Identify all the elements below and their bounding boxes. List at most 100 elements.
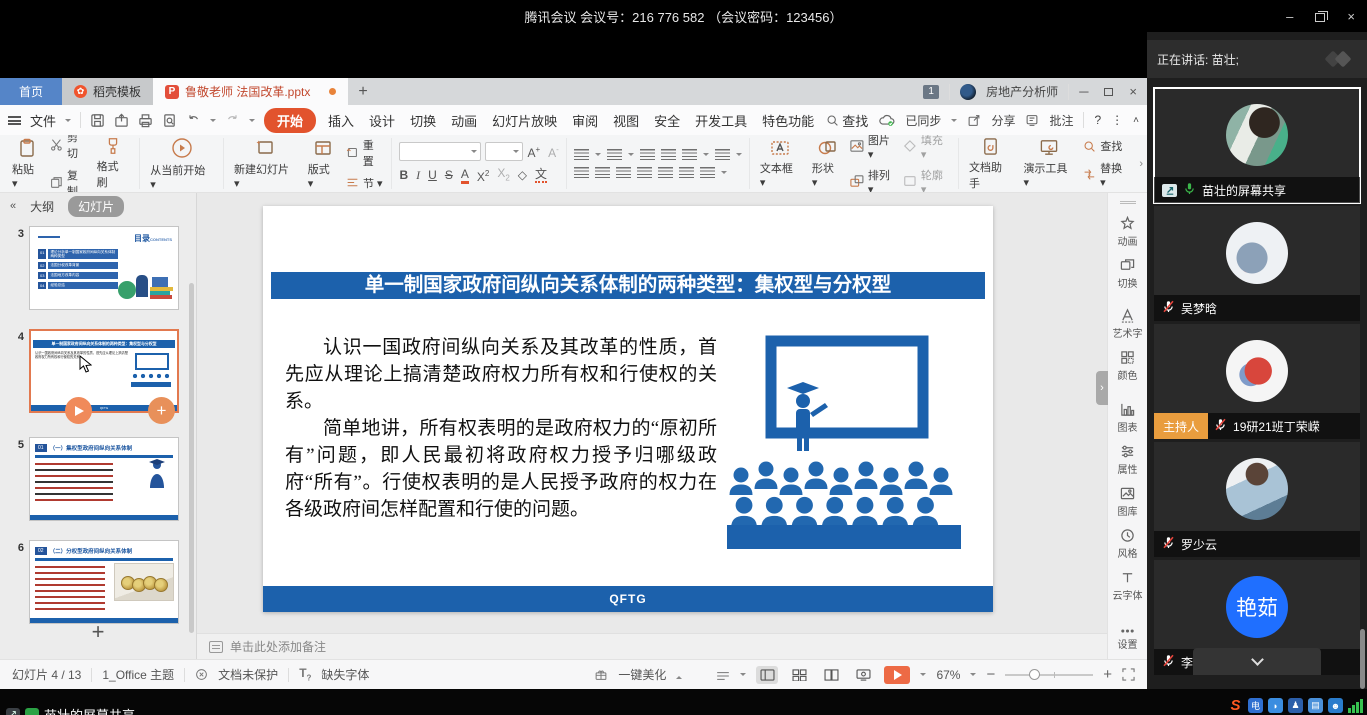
strikethrough-button[interactable]: S (445, 168, 453, 182)
search-icon[interactable] (826, 114, 839, 127)
tool-cloud-fonts[interactable]: 云字体 (1113, 566, 1143, 606)
slide-thumbnail-4-selected[interactable]: 单一制国家政府间纵向关系体制的两种类型：集权型与分权型 认识一国政府间纵向关系及… (29, 329, 179, 413)
participant-tile[interactable]: 罗少云 (1154, 442, 1360, 557)
zoom-out-button[interactable]: − (986, 666, 995, 683)
play-from-current-button[interactable]: 从当前开始 ▾ (147, 137, 216, 191)
paragraph-settings-icon[interactable] (715, 149, 730, 160)
font-size-select[interactable] (485, 142, 523, 161)
notes-bar[interactable]: 单击此处添加备注 (197, 633, 1107, 659)
subscript-button[interactable]: X2 (497, 166, 509, 185)
cut-button[interactable]: 剪切 (50, 135, 88, 161)
reading-view-button[interactable] (820, 666, 842, 684)
arrange-button[interactable]: 排列 ▾ (850, 167, 898, 194)
tool-gallery[interactable]: 图库 (1118, 482, 1138, 522)
collapse-panel-icon[interactable]: « (10, 200, 16, 212)
sync-status[interactable]: 已同步 (905, 112, 941, 129)
more-icon[interactable]: ⋮ (1111, 113, 1123, 127)
normal-view-button[interactable] (756, 666, 778, 684)
menu-devtools[interactable]: 开发工具 (692, 109, 750, 132)
comment-icon[interactable] (1025, 114, 1039, 127)
menu-home[interactable]: 开始 (264, 108, 316, 133)
quickbar-customize-icon[interactable] (249, 119, 255, 125)
play-options-caret[interactable] (920, 673, 926, 679)
comment-button[interactable]: 批注 (1049, 112, 1073, 129)
new-tab-button[interactable]: + (348, 78, 378, 105)
account-avatar[interactable] (960, 84, 976, 100)
superscript-button[interactable]: X2 (477, 167, 489, 184)
taskbar-icon[interactable]: ♟ (1288, 698, 1303, 713)
wps-close-button[interactable]: × (1129, 84, 1137, 99)
align-right-icon[interactable] (616, 167, 631, 178)
zoom-slider[interactable] (1005, 674, 1093, 676)
find-button[interactable]: 查找 (1083, 138, 1130, 154)
menu-find[interactable]: 查找 (842, 111, 868, 130)
taskbar-icon[interactable]: 电 (1248, 698, 1263, 713)
textbox-button[interactable]: 文本框 ▾ (757, 139, 804, 189)
clear-format-button[interactable]: ◇ (518, 168, 527, 182)
notes-toggle-icon[interactable] (716, 668, 730, 682)
zoom-in-button[interactable]: + (1103, 666, 1112, 683)
hamburger-icon[interactable] (8, 116, 21, 125)
columns-icon[interactable] (700, 167, 715, 178)
sorter-view-button[interactable] (788, 666, 810, 684)
reset-button[interactable]: 重置 (346, 137, 385, 169)
align-left-icon[interactable] (574, 167, 589, 178)
tool-transition[interactable]: 切换 (1118, 254, 1138, 294)
shrink-font-button[interactable]: A- (548, 143, 559, 160)
font-family-select[interactable] (399, 142, 481, 161)
print-preview-icon[interactable] (162, 113, 177, 128)
print-icon[interactable] (138, 113, 153, 128)
text-tools-button[interactable]: 文 (535, 167, 547, 183)
file-menu[interactable]: 文件 (30, 111, 56, 130)
save-icon[interactable] (90, 113, 105, 128)
menu-transition[interactable]: 切换 (407, 109, 439, 132)
participant-tile[interactable]: 吴梦晗 (1154, 206, 1360, 321)
fill-button[interactable]: 填充 ▾ (903, 135, 951, 161)
undo-dropdown-icon[interactable] (210, 119, 216, 125)
menu-slideshow[interactable]: 幻灯片放映 (489, 109, 560, 132)
wps-restore-button[interactable] (1104, 88, 1113, 96)
tool-color[interactable]: 颜色 (1118, 346, 1138, 386)
redo-icon[interactable] (225, 113, 240, 127)
menu-review[interactable]: 审阅 (569, 109, 601, 132)
maximize-button[interactable] (1315, 13, 1325, 22)
tab-document[interactable]: P 鲁敬老师 法国改革.pptx (153, 78, 348, 105)
menu-design[interactable]: 设计 (366, 109, 398, 132)
share-icon[interactable] (967, 114, 981, 127)
slideshow-play-button[interactable] (884, 666, 910, 684)
menu-features[interactable]: 特色功能 (759, 109, 817, 132)
distribute-icon[interactable] (658, 167, 673, 178)
indent-icon[interactable] (661, 149, 676, 160)
bullets-icon[interactable] (574, 149, 589, 160)
section-button[interactable]: 节 ▾ (346, 175, 385, 191)
minimize-button[interactable]: – (1286, 9, 1293, 24)
play-slide-button[interactable] (65, 397, 92, 424)
beautify-button[interactable]: 一键美化 (618, 666, 666, 683)
shapes-button[interactable]: 形状 ▾ (809, 139, 845, 189)
menu-insert[interactable]: 插入 (325, 109, 357, 132)
collapse-participants-button[interactable] (1193, 648, 1321, 675)
sync-dropdown-icon[interactable] (951, 119, 957, 125)
tool-properties[interactable]: 属性 (1118, 440, 1138, 480)
grow-font-button[interactable]: A+ (527, 143, 540, 160)
paste-button[interactable]: 粘贴 ▾ (9, 138, 45, 190)
taskbar-icon[interactable]: ◗ (1268, 698, 1283, 713)
doc-protect-status[interactable]: 文档未保护 (218, 666, 278, 683)
fit-screen-icon[interactable] (1122, 668, 1135, 682)
account-name[interactable]: 房地产分析师 (986, 83, 1058, 100)
theme-name[interactable]: 1_Office 主题 (102, 666, 174, 683)
tab-slides[interactable]: 幻灯片 (68, 196, 124, 217)
current-slide[interactable]: 单一制国家政府间纵向关系体制的两种类型：集权型与分权型 认识一国政府间纵向关系及… (263, 206, 993, 612)
line-spacing-icon[interactable] (679, 167, 694, 178)
add-slide-overlay-button[interactable]: + (148, 397, 175, 424)
tab-outline[interactable]: 大纲 (30, 198, 54, 215)
numbering-icon[interactable] (607, 149, 622, 160)
tool-style[interactable]: 风格 (1118, 524, 1138, 564)
share-button[interactable]: 分享 (991, 112, 1015, 129)
slide-thumbnail-3[interactable]: 目录CONTENTS 01理论分析单一制国家政府间纵向关系体制两种类型 02法国… (29, 226, 179, 310)
slide-thumbnail-6[interactable]: 02（二）分权型政府间纵向关系体制 (29, 540, 179, 624)
missing-font-status[interactable]: 缺失字体 (321, 666, 369, 683)
expand-rail-icon[interactable]: › (1096, 371, 1108, 405)
wps-minimize-button[interactable]: ─ (1079, 84, 1088, 99)
zoom-slider-knob[interactable] (1029, 669, 1040, 680)
